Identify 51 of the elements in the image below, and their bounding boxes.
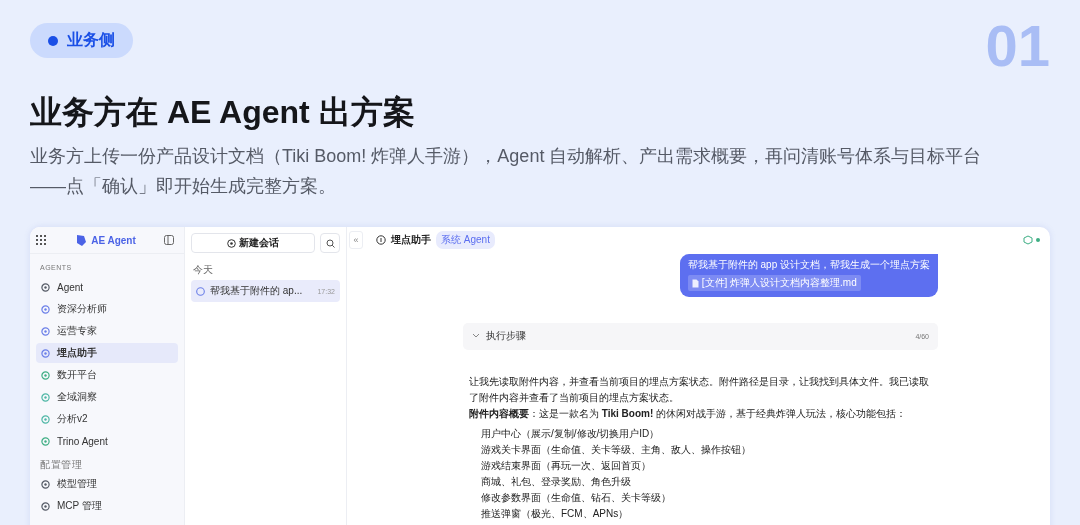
sidebar-item[interactable]: 资深分析师: [36, 299, 178, 319]
agent-icon: [41, 370, 50, 380]
agent-icon: [41, 501, 50, 511]
list-item: 推送弹窗（极光、FCM、APNs）: [481, 506, 630, 521]
chat-bubble-icon: [196, 286, 205, 296]
section-heading: 配置管理: [40, 459, 83, 471]
grid-icon: [36, 235, 46, 245]
app-logo-text: AE Agent: [91, 234, 136, 246]
sidebar-item[interactable]: Trino Agent: [36, 431, 178, 451]
file-icon: [691, 278, 699, 288]
logo-icon: [74, 233, 89, 247]
agent-icon: [41, 414, 50, 424]
sidebar-item[interactable]: MCP 管理: [36, 496, 178, 516]
reply-paragraph: 让我先读取附件内容，并查看当前项目的埋点方案状态。附件路径是目录，让我找到具体文件。我已读取了附件内容并查看了当前项目的埋点方案状态。: [469, 374, 930, 405]
list-item: 游戏结束界面（再玩一次、返回首页）: [481, 458, 652, 473]
info-circle-icon: [376, 235, 386, 245]
tag-dot-icon: [48, 35, 58, 46]
sidebar-item[interactable]: 分析v2: [36, 409, 178, 429]
agent-title: 埋点助手: [391, 233, 431, 247]
sidebar-item[interactable]: Agent: [36, 277, 178, 297]
slide-description: 业务方上传一份产品设计文档（Tiki Boom! 炸弹人手游），Agent 自动解析、产出需求概要，再问清账号体系与目标平台——点「确认」即开始生成完整方案。: [30, 145, 983, 198]
list-item: 商城、礼包、登录奖励、角色升级: [481, 474, 632, 489]
agent-icon: [41, 479, 50, 489]
list-item: 游戏关卡界面（生命值、关卡等级、主角、敌人、操作按钮）: [481, 442, 752, 457]
new-chat-button[interactable]: 新建会话: [191, 233, 315, 253]
page-number: 01: [985, 21, 1050, 71]
agent-icon: [41, 348, 50, 358]
sidebar-item[interactable]: 埋点助手: [36, 343, 178, 363]
reply-paragraph: 附件内容概要：这是一款名为 Tiki Boom! 的休闲对战手游，基于经典炸弹人玩法，核心功能包括：: [469, 406, 908, 421]
agent-icon: [41, 282, 50, 292]
sidebar-item[interactable]: 运营专家: [36, 321, 178, 341]
sidebar-item[interactable]: 模型管理: [36, 474, 178, 494]
list-item: 修改参数界面（生命值、钻石、关卡等级）: [481, 490, 672, 505]
sidebar-item[interactable]: 数开平台: [36, 365, 178, 385]
collapse-button[interactable]: «: [349, 231, 363, 249]
agent-icon: [41, 436, 50, 446]
list-item: 用户中心（展示/复制/修改/切换用户ID）: [481, 426, 661, 441]
agent-icon: [41, 304, 50, 314]
slide-title: 业务方在 AE Agent 出方案: [30, 93, 416, 132]
agent-badge: 系统 Agent: [436, 231, 495, 249]
date-heading: 今天: [193, 263, 214, 277]
sidebar-toggle-icon: [164, 235, 174, 245]
search-icon: [325, 238, 335, 248]
message-text: 帮我基于附件的 app 设计文档，帮我生成一个埋点方案: [687, 258, 930, 272]
chevron-down-icon: [472, 333, 480, 339]
agent-icon: [41, 326, 50, 336]
status-dot-icon: [1036, 238, 1040, 242]
section-tag: 业务侧: [30, 23, 133, 58]
agent-icon: [41, 392, 50, 402]
sidebar-item[interactable]: 全域洞察: [36, 387, 178, 407]
search-button[interactable]: [320, 233, 340, 253]
